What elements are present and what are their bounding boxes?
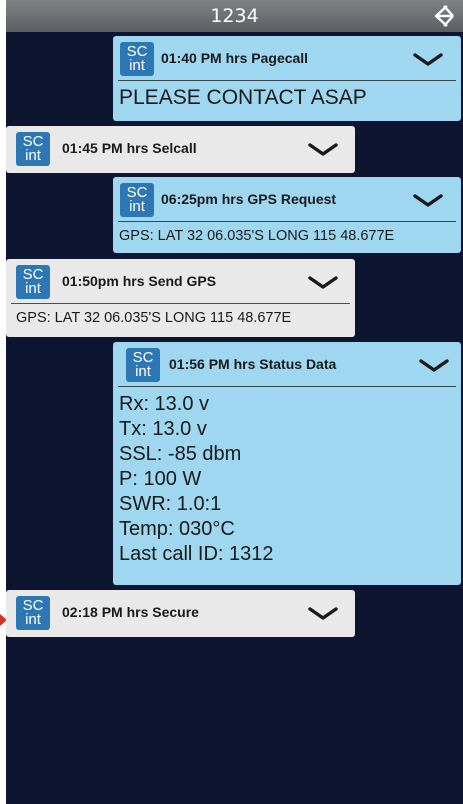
chevron-down-icon[interactable]: [413, 194, 443, 208]
status-line: Temp: 030°C: [119, 518, 235, 540]
message-item[interactable]: SC int 01:40 PM hrs Pagecall PLEASE CONTA…: [113, 36, 461, 121]
message-title: 01:45 PM hrs Selcall: [62, 140, 197, 156]
chevron-down-icon[interactable]: [413, 53, 443, 67]
sc-int-icon: SC int: [120, 42, 154, 76]
sc-int-icon: SC int: [16, 596, 50, 630]
sc-int-icon: SC int: [126, 348, 160, 382]
message-screen: 1234 SC int 01:40 PM hrs Pagecall PLEASE …: [6, 0, 463, 804]
divider: [11, 303, 350, 304]
status-line: Rx: 13.0 v: [119, 393, 210, 415]
divider: [118, 386, 456, 387]
chevron-down-icon[interactable]: [419, 359, 449, 373]
message-item[interactable]: SC int 01:56 PM hrs Status Data Rx: 13.0 …: [113, 342, 461, 585]
page-title: 1234: [210, 5, 259, 27]
message-title: 01:50pm hrs Send GPS: [62, 273, 217, 289]
message-title: 02:18 PM hrs Secure: [62, 604, 199, 620]
status-line: Last call ID: 1312: [119, 543, 274, 565]
chevron-down-icon[interactable]: [308, 607, 338, 621]
message-title: 01:56 PM hrs Status Data: [169, 356, 337, 372]
chevron-down-icon[interactable]: [308, 276, 338, 290]
message-item[interactable]: SC int 02:18 PM hrs Secure: [6, 590, 355, 637]
message-item[interactable]: SC int 01:50pm hrs Send GPS GPS: LAT 32 0…: [6, 259, 355, 337]
status-line: P: 100 W: [119, 468, 202, 490]
sc-int-icon: SC int: [120, 183, 154, 217]
sc-int-icon: SC int: [16, 132, 50, 166]
chevron-down-icon[interactable]: [308, 143, 338, 157]
message-title: 01:40 PM hrs Pagecall: [161, 50, 309, 66]
message-item[interactable]: SC int 01:45 PM hrs Selcall: [6, 126, 355, 173]
back-arrow-icon[interactable]: [429, 4, 455, 28]
divider: [118, 221, 456, 222]
status-line: Tx: 13.0 v: [119, 418, 207, 440]
message-body: GPS: LAT 32 06.035'S LONG 115 48.677E: [16, 310, 292, 326]
sc-int-icon: SC int: [16, 265, 50, 299]
message-item[interactable]: SC int 06:25pm hrs GPS Request GPS: LAT 3…: [113, 177, 461, 253]
message-body: PLEASE CONTACT ASAP: [119, 86, 367, 109]
status-data-list: Rx: 13.0 v Tx: 13.0 v SSL: -85 dbm P: 10…: [119, 392, 457, 567]
status-line: SSL: -85 dbm: [119, 443, 242, 465]
message-body: GPS: LAT 32 06.035'S LONG 115 48.677E: [119, 228, 395, 244]
divider: [118, 80, 456, 81]
title-bar: 1234: [6, 0, 463, 32]
message-title: 06:25pm hrs GPS Request: [161, 191, 337, 207]
status-line: SWR: 1.0:1: [119, 493, 222, 515]
